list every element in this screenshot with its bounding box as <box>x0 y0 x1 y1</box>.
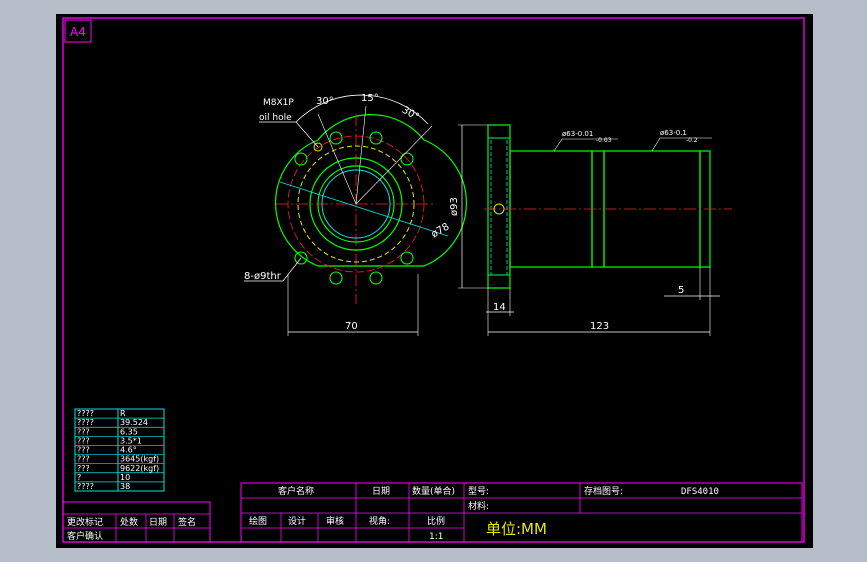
tol2b-label: -0.2 <box>686 137 698 144</box>
angle-left-label: 30° <box>316 96 334 107</box>
pcd-label: ø78 <box>430 221 452 240</box>
spec-row-value: 10 <box>120 473 130 482</box>
end-step-label: 5 <box>678 285 684 296</box>
spec-row-value: 38 <box>120 482 130 491</box>
material-label: 材料: <box>468 500 489 512</box>
drawing-no-label: 存档图号: <box>584 485 623 497</box>
spec-row-value: R <box>120 409 126 418</box>
model-label: 型号: <box>468 486 489 497</box>
drawn-label: 绘图 <box>249 515 267 527</box>
bolt-hole-note: 8-ø9thr <box>244 271 282 282</box>
rev-h1: 更改标记 <box>67 516 103 528</box>
spec-row-label: ??? <box>77 436 90 445</box>
quantity-label: 数量(单合) <box>412 485 455 497</box>
cad-drawing: A4 30° 15° 30° M8X1P oil hole ø78 8-ø9th… <box>62 17 805 543</box>
tol2-label: ø63-0.1 <box>660 129 687 137</box>
spec-row-value: 4.6° <box>120 446 137 455</box>
unit-label: 单位:MM <box>486 520 547 538</box>
angle-right-label: 30° <box>400 105 421 123</box>
date-label: 日期 <box>372 486 390 497</box>
sheet-size-label: A4 <box>70 25 86 39</box>
tol1b-label: -0.03 <box>596 137 612 144</box>
spec-row-label: ??? <box>77 427 90 436</box>
oil-note-line2: oil hole <box>259 113 292 123</box>
side-view: ø93 ø63-0.01 -0.03 ø63-0.1 -0.2 14 123 5 <box>449 124 732 336</box>
design-label: 设计 <box>288 515 306 527</box>
spec-row-label: ? <box>77 473 81 482</box>
revision-block: 更改标记 处数 日期 签名 客户确认 <box>62 501 211 543</box>
drawing-sheet: A4 30° 15° 30° M8X1P oil hole ø78 8-ø9th… <box>56 14 813 548</box>
spec-row-label: ??? <box>77 464 90 473</box>
oil-note-line1: M8X1P <box>263 98 294 108</box>
spec-row-label: ???? <box>77 409 94 418</box>
rev-h4: 签名 <box>178 516 196 528</box>
spec-row-value: 39.524 <box>120 418 148 427</box>
angle-mid-label: 15° <box>361 93 379 104</box>
rev-row2: 客户确认 <box>67 530 103 542</box>
rev-h2: 处数 <box>120 516 138 528</box>
width-dim-label: 70 <box>345 321 358 332</box>
length-dim-label: 123 <box>590 321 609 332</box>
view-label: 视角: <box>369 515 390 527</box>
tol1-label: ø63-0.01 <box>562 130 593 138</box>
spec-row-value: 3.5*1 <box>120 436 142 445</box>
scale-value: 1:1 <box>429 532 443 542</box>
spec-row-value: 3645(kgf) <box>120 455 159 464</box>
rev-h3: 日期 <box>149 517 167 528</box>
bolt-holes <box>294 131 414 285</box>
spec-row-label: ???? <box>77 418 94 427</box>
front-view: 30° 15° 30° M8X1P oil hole ø78 8-ø9thr 7… <box>244 93 468 336</box>
title-block: 客户名称 日期 数量(单合) 型号: 存档图号: DFS4010 材料: 绘图 … <box>240 482 803 543</box>
spec-row-label: ??? <box>77 455 90 464</box>
customer-name-label: 客户名称 <box>278 485 314 497</box>
thickness-dim-label: 14 <box>493 302 506 313</box>
review-label: 审核 <box>326 515 344 527</box>
spec-row-label: ???? <box>77 482 94 491</box>
drawing-no: DFS4010 <box>681 487 719 497</box>
border-frame <box>62 17 805 543</box>
dia-dim-label: ø93 <box>449 197 460 216</box>
spec-table: ???? R???? 39.524??? 6.35??? 3.5*1??? 4.6°???… <box>74 408 165 492</box>
spec-row-label: ??? <box>77 446 90 455</box>
spec-row-value: 6.35 <box>120 427 138 436</box>
scale-label: 比例 <box>427 515 445 527</box>
spec-row-value: 9622(kgf) <box>120 464 159 473</box>
